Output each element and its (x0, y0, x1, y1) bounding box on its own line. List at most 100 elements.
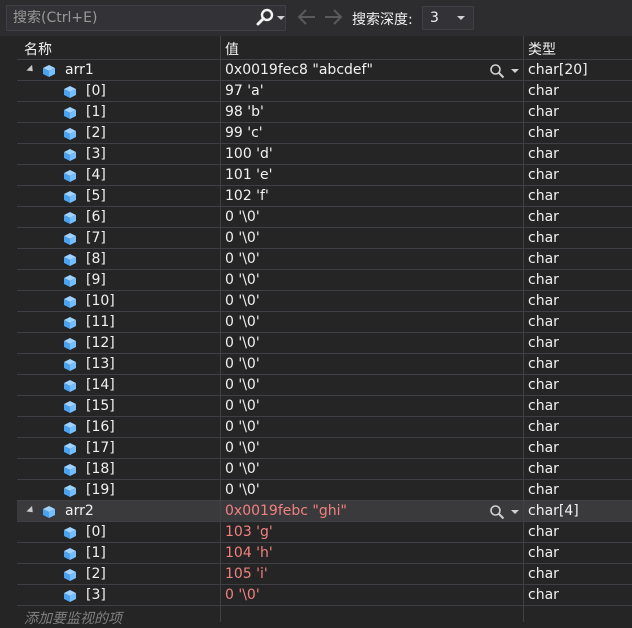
variable-value[interactable]: 0 '\0' (225, 209, 260, 225)
variable-cube-icon (63, 463, 77, 477)
variable-type: char (528, 209, 559, 225)
variable-value[interactable]: 0 '\0' (225, 398, 260, 414)
variable-value[interactable]: 100 'd' (225, 146, 273, 162)
element-row[interactable]: [6] 0 '\0' char (17, 207, 632, 228)
variable-name: [3] (86, 587, 106, 603)
variable-type: char (528, 398, 559, 414)
element-row[interactable]: [1] 104 'h' char (17, 543, 632, 564)
variable-value[interactable]: 0x0019fec8 "abcdef" (225, 62, 373, 78)
variable-cube-icon (42, 505, 56, 519)
chevron-down-icon (457, 16, 465, 20)
variable-cube-icon (63, 295, 77, 309)
variable-value[interactable]: 104 'h' (225, 545, 273, 561)
element-row[interactable]: [0] 97 'a' char (17, 81, 632, 102)
element-row[interactable]: [2] 99 'c' char (17, 123, 632, 144)
variable-value[interactable]: 99 'c' (225, 125, 263, 141)
grid-header: 名称 值 类型 (17, 36, 632, 60)
element-row[interactable]: [17] 0 '\0' char (17, 438, 632, 459)
watch-toolbar: 搜索深度: 3 (0, 0, 632, 36)
variable-value[interactable]: 0 '\0' (225, 587, 260, 603)
variable-type: char (528, 440, 559, 456)
variable-value[interactable]: 0 '\0' (225, 377, 260, 393)
variable-type: char (528, 482, 559, 498)
variable-name: [1] (86, 545, 106, 561)
variable-row[interactable]: arr1 0x0019fec8 "abcdef" char[20] (17, 60, 632, 81)
variable-value[interactable]: 0 '\0' (225, 272, 260, 288)
element-row[interactable]: [12] 0 '\0' char (17, 333, 632, 354)
search-icon[interactable] (255, 8, 275, 28)
variable-name: [19] (86, 482, 115, 498)
expand-collapse-icon[interactable] (26, 64, 36, 75)
column-divider[interactable] (523, 36, 524, 622)
variable-type: char (528, 566, 559, 582)
variable-row[interactable]: arr2 0x0019febc "ghi" char[4] (17, 501, 632, 522)
variable-value[interactable]: 103 'g' (225, 524, 273, 540)
element-row[interactable]: [2] 105 'i' char (17, 564, 632, 585)
back-arrow-icon[interactable] (296, 6, 318, 28)
variable-name: [0] (86, 524, 106, 540)
element-row[interactable]: [9] 0 '\0' char (17, 270, 632, 291)
variable-value[interactable]: 97 'a' (225, 83, 264, 99)
variable-value[interactable]: 101 'e' (225, 167, 272, 183)
search-depth-select[interactable]: 3 (422, 6, 474, 30)
variable-value[interactable]: 0x0019febc "ghi" (225, 503, 347, 519)
variable-cube-icon (63, 274, 77, 288)
visualizer-chevron-icon[interactable] (511, 510, 519, 514)
text-visualizer-icon[interactable] (489, 63, 505, 79)
variable-name: [2] (86, 566, 106, 582)
element-row[interactable]: [11] 0 '\0' char (17, 312, 632, 333)
variable-value[interactable]: 0 '\0' (225, 461, 260, 477)
element-row[interactable]: [15] 0 '\0' char (17, 396, 632, 417)
column-header-name[interactable]: 名称 (24, 39, 52, 59)
element-row[interactable]: [0] 103 'g' char (17, 522, 632, 543)
element-row[interactable]: [18] 0 '\0' char (17, 459, 632, 480)
element-row[interactable]: [7] 0 '\0' char (17, 228, 632, 249)
add-watch-row[interactable]: 添加要监视的项 (17, 606, 632, 627)
element-row[interactable]: [5] 102 'f' char (17, 186, 632, 207)
variable-name: [17] (86, 440, 115, 456)
variable-value[interactable]: 0 '\0' (225, 230, 260, 246)
column-header-type[interactable]: 类型 (528, 39, 556, 59)
variable-cube-icon (63, 568, 77, 582)
variable-value[interactable]: 0 '\0' (225, 293, 260, 309)
text-visualizer-icon[interactable] (489, 504, 505, 520)
variable-value[interactable]: 0 '\0' (225, 335, 260, 351)
variable-cube-icon (63, 589, 77, 603)
element-row[interactable]: [14] 0 '\0' char (17, 375, 632, 396)
element-row[interactable]: [13] 0 '\0' char (17, 354, 632, 375)
variable-value[interactable]: 0 '\0' (225, 356, 260, 372)
variable-cube-icon (63, 106, 77, 120)
variable-name: [10] (86, 293, 115, 309)
variable-type: char (528, 293, 559, 309)
element-row[interactable]: [16] 0 '\0' char (17, 417, 632, 438)
search-options-chevron-icon[interactable] (277, 16, 285, 20)
element-row[interactable]: [3] 100 'd' char (17, 144, 632, 165)
variable-type: char (528, 230, 559, 246)
visualizer-chevron-icon[interactable] (511, 69, 519, 73)
variable-value[interactable]: 0 '\0' (225, 251, 260, 267)
variable-value[interactable]: 0 '\0' (225, 482, 260, 498)
forward-arrow-icon[interactable] (322, 6, 344, 28)
variable-type: char (528, 272, 559, 288)
variable-value[interactable]: 102 'f' (225, 188, 269, 204)
element-row[interactable]: [8] 0 '\0' char (17, 249, 632, 270)
element-row[interactable]: [3] 0 '\0' char (17, 585, 632, 606)
variable-value[interactable]: 105 'i' (225, 566, 268, 582)
variable-cube-icon (63, 316, 77, 330)
variable-name: [2] (86, 125, 106, 141)
variable-name: [13] (86, 356, 115, 372)
variable-value[interactable]: 0 '\0' (225, 314, 260, 330)
element-row[interactable]: [10] 0 '\0' char (17, 291, 632, 312)
element-row[interactable]: [1] 98 'b' char (17, 102, 632, 123)
expand-collapse-icon[interactable] (26, 505, 36, 516)
variable-value[interactable]: 0 '\0' (225, 419, 260, 435)
column-header-value[interactable]: 值 (225, 39, 239, 59)
search-input[interactable] (13, 6, 249, 30)
column-divider[interactable] (220, 36, 221, 622)
search-box[interactable] (6, 5, 286, 31)
variable-cube-icon (63, 484, 77, 498)
element-row[interactable]: [4] 101 'e' char (17, 165, 632, 186)
variable-value[interactable]: 0 '\0' (225, 440, 260, 456)
variable-value[interactable]: 98 'b' (225, 104, 264, 120)
element-row[interactable]: [19] 0 '\0' char (17, 480, 632, 501)
